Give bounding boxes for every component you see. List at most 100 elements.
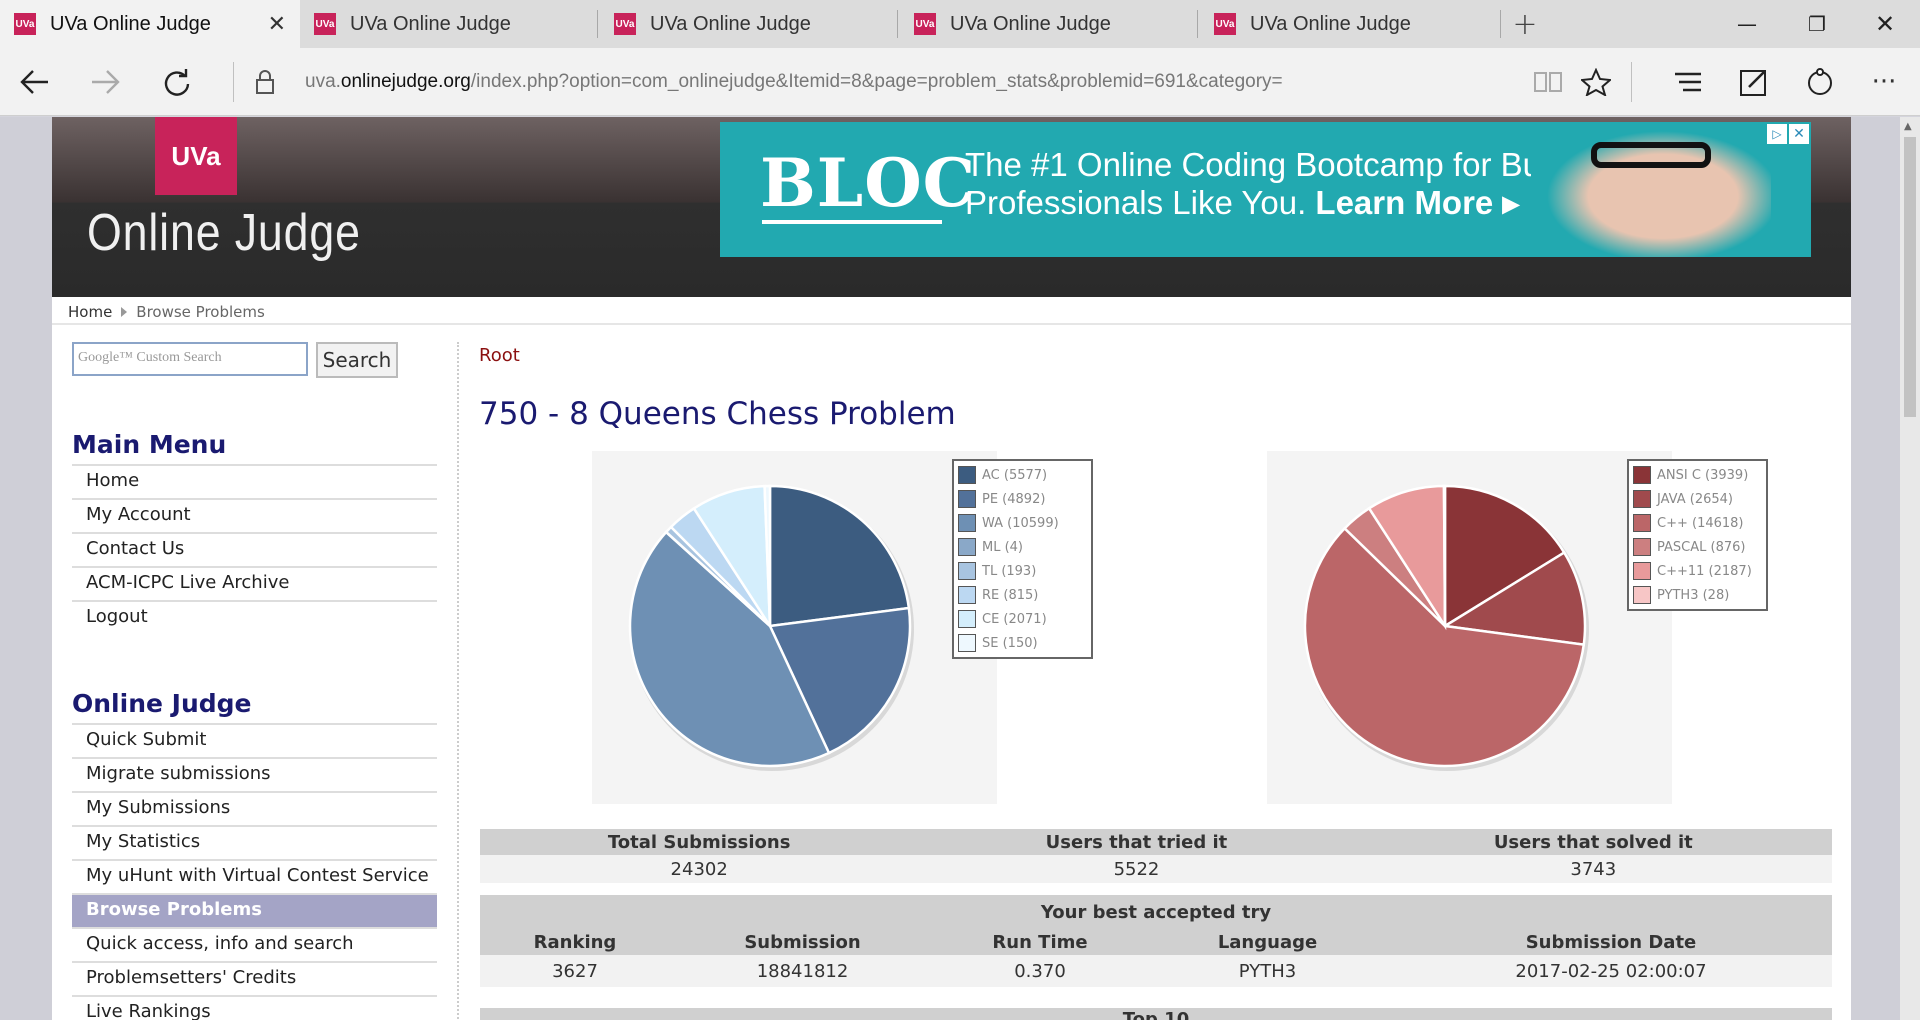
header-cell: Run Time — [935, 929, 1145, 955]
minimize-icon[interactable]: — — [1712, 0, 1782, 48]
forward-arrow-icon[interactable] — [80, 48, 130, 116]
favorite-star-icon[interactable] — [1578, 48, 1614, 116]
close-tab-icon[interactable]: ✕ — [268, 12, 286, 37]
table-title-row: Top 10 — [480, 1008, 1832, 1020]
menu-item-migrate-submissions[interactable]: Migrate submissions — [72, 757, 437, 791]
ad-line2-wrap: Professionals Like You. Learn More ▸ — [965, 184, 1574, 222]
ad-close-icon[interactable]: ✕ — [1789, 124, 1809, 144]
browser-tab[interactable]: UVa UVa Online Judge — [300, 0, 600, 48]
root-link[interactable]: Root — [479, 345, 520, 366]
legend-entry: PYTH3 (28) — [1633, 583, 1762, 607]
header-cell: Users that solved it — [1354, 829, 1832, 855]
menu-item-my-submissions[interactable]: My Submissions — [72, 791, 437, 825]
legend-entry: WA (10599) — [958, 511, 1087, 535]
lock-icon[interactable] — [250, 48, 280, 116]
uva-logo[interactable]: UVa — [155, 117, 237, 195]
menu-item-logout[interactable]: Logout — [72, 600, 437, 634]
best-try-table: Your best accepted try Ranking Submissio… — [480, 895, 1832, 987]
tab-title: UVa Online Judge — [50, 12, 211, 35]
scroll-thumb[interactable] — [1904, 137, 1916, 417]
pie-slice — [1442, 484, 1447, 627]
menu-item-uhunt[interactable]: My uHunt with Virtual Contest Service — [72, 859, 437, 893]
ad-text: The #1 Online Coding Bootcamp for Busy P… — [965, 146, 1574, 222]
header-cell: Language — [1145, 929, 1390, 955]
breadcrumb-home[interactable]: Home — [68, 303, 112, 321]
refresh-icon[interactable] — [152, 48, 202, 116]
tab-separator — [597, 10, 598, 38]
legend-swatch — [1633, 514, 1651, 532]
address-bar[interactable]: uva. onlinejudge.org/index.php?option=com… — [305, 48, 1283, 116]
online-judge-menu-title: Online Judge — [72, 689, 252, 718]
legend-entry: SE (150) — [958, 631, 1087, 655]
menu-item-quick-submit[interactable]: Quick Submit — [72, 723, 437, 757]
ad-cta: Learn More ▸ — [1315, 184, 1520, 221]
menu-item-home[interactable]: Home — [72, 464, 437, 498]
menu-item-problemsetters-credits[interactable]: Problemsetters' Credits — [72, 961, 437, 995]
sidebar-divider — [457, 342, 459, 1020]
verdict-legend: AC (5577) PE (4892) WA (10599) ML (4) TL (19… — [952, 459, 1093, 659]
ad-brand-underline — [762, 220, 942, 224]
legend-label: C++11 (2187) — [1657, 563, 1752, 579]
legend-entry: PASCAL (876) — [1633, 535, 1762, 559]
toolbar-separator — [233, 62, 234, 102]
url-prefix: uva. — [305, 71, 341, 92]
browser-tab[interactable]: UVa UVa Online Judge — [900, 0, 1200, 48]
legend-entry: C++11 (2187) — [1633, 559, 1762, 583]
menu-item-browse-problems[interactable]: Browse Problems — [72, 893, 437, 927]
menu-item-quick-access[interactable]: Quick access, info and search — [72, 927, 437, 961]
legend-entry: PE (4892) — [958, 487, 1087, 511]
legend-label: TL (193) — [982, 563, 1037, 579]
site-header: UVa Online Judge BLOC The #1 Online Codi… — [52, 117, 1851, 297]
tab-title: UVa Online Judge — [650, 12, 811, 35]
legend-label: C++ (14618) — [1657, 515, 1744, 531]
scrollbar[interactable]: ▲ — [1900, 117, 1920, 1020]
legend-swatch — [958, 586, 976, 604]
menu-item-my-statistics[interactable]: My Statistics — [72, 825, 437, 859]
menu-item-contact-us[interactable]: Contact Us — [72, 532, 437, 566]
legend-swatch — [1633, 562, 1651, 580]
browser-tab[interactable]: UVa UVa Online Judge ✕ — [0, 0, 300, 48]
web-note-icon[interactable] — [1734, 48, 1774, 116]
legend-swatch — [958, 490, 976, 508]
menu-item-my-account[interactable]: My Account — [72, 498, 437, 532]
search-button[interactable]: Search — [316, 342, 398, 378]
language-pie-chart — [1303, 484, 1589, 771]
browser-tab[interactable]: UVa UVa Online Judge — [1200, 0, 1500, 48]
back-arrow-icon[interactable] — [10, 48, 60, 116]
ad-info-icon[interactable]: ▷ — [1767, 124, 1787, 144]
legend-label: PASCAL (876) — [1657, 539, 1746, 555]
uva-favicon-icon: UVa — [14, 13, 36, 35]
top10-title: Top 10 — [480, 1008, 1832, 1020]
language-value: PYTH3 — [1145, 955, 1390, 987]
window-close-icon[interactable]: ✕ — [1850, 0, 1920, 48]
browser-tab[interactable]: UVa UVa Online Judge — [600, 0, 900, 48]
legend-entry: RE (815) — [958, 583, 1087, 607]
users-solved-value: 3743 — [1354, 855, 1832, 883]
reading-view-icon[interactable] — [1530, 48, 1566, 116]
share-icon[interactable] — [1800, 48, 1840, 116]
breadcrumb-current: Browse Problems — [136, 303, 265, 321]
new-tab-plus-icon[interactable]: + — [1500, 0, 1550, 48]
legend-entry: AC (5577) — [958, 463, 1087, 487]
submission-date-value: 2017-02-25 02:00:07 — [1390, 955, 1832, 987]
site-title[interactable]: Online Judge — [87, 203, 361, 263]
restore-icon[interactable]: ❐ — [1782, 0, 1852, 48]
tab-separator — [1197, 10, 1198, 38]
search-input[interactable]: Google™ Custom Search — [72, 342, 308, 376]
menu-item-live-archive[interactable]: ACM-ICPC Live Archive — [72, 566, 437, 600]
more-dots-icon[interactable]: ··· — [1864, 48, 1904, 116]
best-try-title: Your best accepted try — [480, 895, 1832, 929]
ad-banner[interactable]: BLOC The #1 Online Coding Bootcamp for B… — [720, 122, 1811, 257]
legend-swatch — [958, 634, 976, 652]
scroll-up-arrow-icon[interactable]: ▲ — [1904, 121, 1912, 132]
hub-icon[interactable] — [1668, 48, 1708, 116]
legend-label: AC (5577) — [982, 467, 1048, 483]
submission-stats-table: Total Submissions Users that tried it Us… — [480, 829, 1832, 883]
submission-id-value[interactable]: 18841812 — [670, 955, 935, 987]
legend-swatch — [1633, 538, 1651, 556]
menu-item-live-rankings[interactable]: Live Rankings — [72, 995, 437, 1020]
legend-swatch — [958, 466, 976, 484]
breadcrumb: Home Browse Problems — [68, 299, 265, 325]
ad-glasses — [1591, 142, 1711, 168]
table-title-row: Your best accepted try — [480, 895, 1832, 929]
